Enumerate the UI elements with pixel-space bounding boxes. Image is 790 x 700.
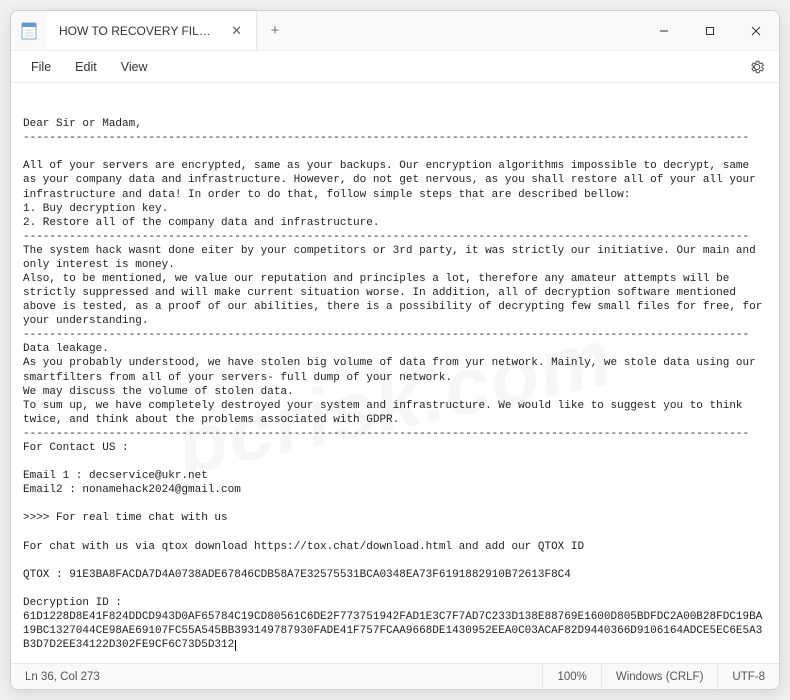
- tab-close-icon[interactable]: ✕: [227, 21, 246, 41]
- text-email1: Email 1 : decservice@ukr.net: [23, 470, 208, 482]
- text-p3-1: As you probably understood, we have stol…: [23, 357, 762, 383]
- text-qtox: QTOX : 91E3BA8FACDA7D4A0738ADE67846CDB58…: [23, 569, 571, 581]
- text-step2: 2. Restore all of the company data and i…: [23, 217, 379, 229]
- new-tab-button[interactable]: +: [257, 11, 293, 50]
- text-p1: All of your servers are encrypted, same …: [23, 160, 762, 200]
- text-contact-head: For Contact US :: [23, 442, 129, 454]
- maximize-button[interactable]: [687, 11, 733, 50]
- text-step1: 1. Buy decryption key.: [23, 203, 168, 215]
- menu-file[interactable]: File: [19, 56, 63, 78]
- gear-icon: [749, 59, 765, 75]
- minimize-button[interactable]: [641, 11, 687, 50]
- text-email2: Email2 : nonamehack2024@gmail.com: [23, 484, 241, 496]
- settings-button[interactable]: [749, 59, 771, 75]
- close-button[interactable]: [733, 11, 779, 50]
- titlebar: HOW TO RECOVERY FILES.TXT ✕ +: [11, 11, 779, 51]
- notepad-window: HOW TO RECOVERY FILES.TXT ✕ + File Edit …: [10, 10, 780, 690]
- notepad-icon: [11, 11, 47, 50]
- menu-view[interactable]: View: [109, 56, 160, 78]
- separator-line: ----------------------------------------…: [23, 132, 749, 144]
- text-dec-label: Decryption ID :: [23, 597, 122, 609]
- tab-label: HOW TO RECOVERY FILES.TXT: [59, 24, 217, 38]
- status-encoding: UTF-8: [717, 664, 779, 689]
- text-p3-3: To sum up, we have completely destroyed …: [23, 400, 749, 426]
- menubar: File Edit View: [11, 51, 779, 83]
- status-eol: Windows (CRLF): [601, 664, 718, 689]
- text-area[interactable]: pcrisk.com Dear Sir or Madam, ----------…: [11, 83, 779, 663]
- text-chat-info: For chat with us via qtox download https…: [23, 541, 584, 553]
- status-position: Ln 36, Col 273: [11, 664, 114, 689]
- separator-line: ----------------------------------------…: [23, 231, 749, 243]
- text-chat-head: >>>> For real time chat with us: [23, 512, 228, 524]
- text-dec-id: 61D1228D8E41F824DDCD943D0AF65784C19CD805…: [23, 611, 762, 651]
- statusbar: Ln 36, Col 273 100% Windows (CRLF) UTF-8: [11, 663, 779, 689]
- separator-line: ----------------------------------------…: [23, 428, 749, 440]
- text-p2a: The system hack wasnt done eiter by your…: [23, 245, 762, 271]
- status-zoom[interactable]: 100%: [542, 664, 600, 689]
- separator-line: ----------------------------------------…: [23, 329, 749, 341]
- text-p2b: Also, to be mentioned, we value our repu…: [23, 273, 769, 327]
- text-greeting: Dear Sir or Madam,: [23, 118, 142, 130]
- text-data-leakage-head: Data leakage.: [23, 343, 109, 355]
- tab[interactable]: HOW TO RECOVERY FILES.TXT ✕: [47, 11, 257, 50]
- menu-edit[interactable]: Edit: [63, 56, 109, 78]
- text-p3-2: We may discuss the volume of stolen data…: [23, 386, 294, 398]
